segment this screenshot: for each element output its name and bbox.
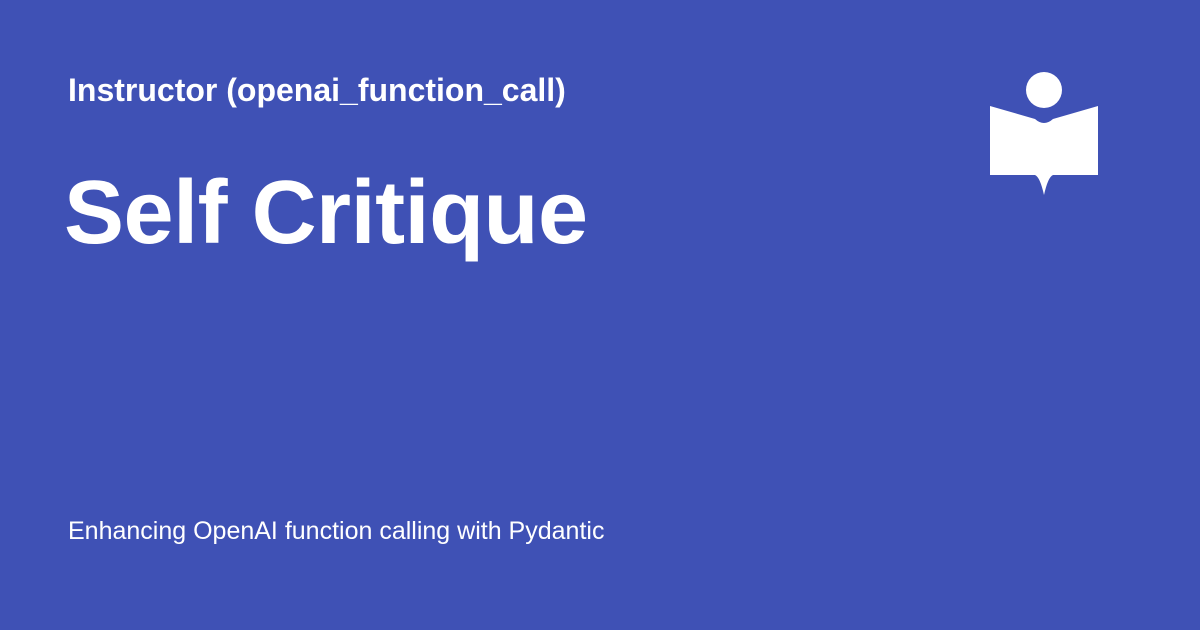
book-reader-icon — [989, 71, 1099, 196]
social-card: Instructor (openai_function_call) Self C… — [0, 0, 1200, 630]
page-title: Self Critique — [64, 163, 588, 263]
site-description: Enhancing OpenAI function calling with P… — [68, 517, 605, 545]
site-name: Instructor (openai_function_call) — [68, 72, 566, 108]
